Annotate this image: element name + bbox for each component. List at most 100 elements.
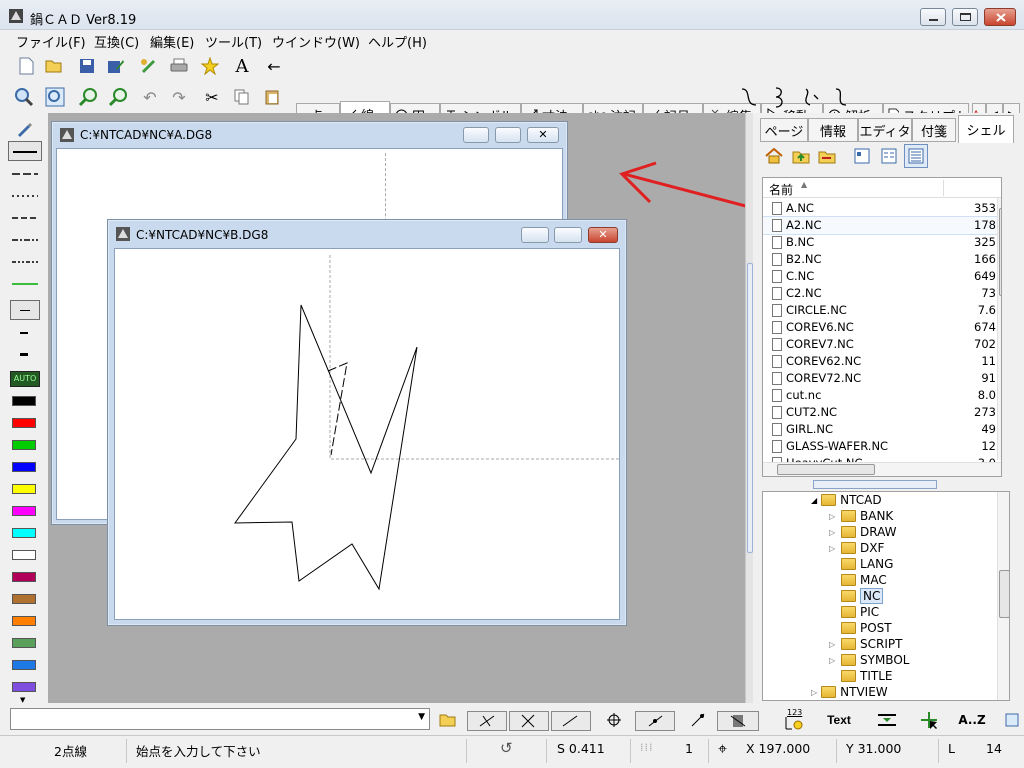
tree-item-root[interactable]: ◢ NTCAD	[811, 492, 882, 508]
numeric-input-icon[interactable]: 123	[781, 708, 805, 732]
line-width-box[interactable]	[10, 300, 40, 320]
tab-editor[interactable]: エディタ	[858, 118, 912, 142]
copy-icon[interactable]	[230, 85, 254, 109]
tree-item[interactable]: ▷ SCRIPT	[829, 636, 902, 652]
color-swatch[interactable]	[12, 638, 36, 648]
folder-up-icon[interactable]	[789, 144, 813, 168]
menu-file[interactable]: ファイル(F)	[16, 32, 86, 51]
file-row[interactable]: C2.NC 73	[763, 285, 998, 302]
copy-window-icon[interactable]	[1000, 708, 1024, 732]
file-list[interactable]: 名前 ▲ A.NC 353 A2.NC 178 B.NC 325 B2.NC 166 C.NC 6…	[762, 177, 1002, 477]
sort-az-icon[interactable]: A..Z	[956, 708, 988, 732]
star-icon[interactable]	[198, 54, 222, 78]
file-row[interactable]: A2.NC 178	[763, 216, 999, 235]
tree-item[interactable]: MAC	[829, 572, 887, 588]
line-solid-selected[interactable]	[8, 141, 42, 161]
tab-info[interactable]: 情報	[808, 118, 858, 142]
color-swatch[interactable]	[12, 682, 36, 692]
zoom-window-icon[interactable]	[12, 85, 36, 109]
paste-icon[interactable]	[260, 85, 284, 109]
save-icon[interactable]	[75, 54, 99, 78]
auto-color-button[interactable]: AUTO	[10, 371, 40, 387]
tab-shell[interactable]: シェル	[958, 115, 1014, 143]
file-row[interactable]: COREV6.NC 674	[763, 319, 998, 336]
tab-page[interactable]: ページ	[760, 118, 808, 142]
tree-item-next[interactable]: ▷ NTVIEW	[811, 684, 888, 700]
new-file-icon[interactable]	[14, 54, 38, 78]
tree-item[interactable]: NC	[829, 588, 884, 604]
color-swatch[interactable]	[12, 506, 36, 516]
cut-icon[interactable]: ✂	[200, 85, 224, 109]
file-row[interactable]: COREV72.NC 91	[763, 370, 998, 387]
file-list-hscroll[interactable]	[763, 462, 1001, 476]
view-large-icon[interactable]	[850, 144, 874, 168]
font-icon[interactable]: A	[230, 54, 254, 78]
command-input[interactable]: ▼	[10, 708, 430, 730]
list-splitter-handle[interactable]	[813, 480, 937, 489]
open-folder-icon[interactable]	[42, 54, 66, 78]
tree-item[interactable]: TITLE	[829, 668, 892, 684]
window-a-caption[interactable]: C:¥NTCAD¥NC¥A.DG8 ✕	[52, 122, 567, 148]
column-name-header[interactable]: 名前	[769, 181, 793, 198]
tree-item[interactable]: ▷ SYMBOL	[829, 652, 909, 668]
window-b-canvas[interactable]	[114, 248, 621, 620]
pick-icon[interactable]	[917, 708, 941, 732]
snap-near-button[interactable]	[635, 711, 675, 731]
color-swatch[interactable]	[12, 396, 36, 406]
tree-item[interactable]: ▷ DXF	[829, 540, 884, 556]
line-width-medium[interactable]	[20, 332, 28, 334]
window-a-minimize[interactable]	[463, 127, 489, 143]
folder-favorite-icon[interactable]	[815, 144, 839, 168]
file-row[interactable]: A.NC 353	[763, 200, 998, 217]
window-a-maximize[interactable]	[495, 127, 521, 143]
minimize-button[interactable]	[920, 8, 946, 26]
undo-icon[interactable]: ↶	[138, 85, 162, 109]
color-swatch[interactable]	[12, 616, 36, 626]
home-icon[interactable]	[762, 144, 786, 168]
redo-icon[interactable]: ↷	[167, 85, 191, 109]
drawing-window-b[interactable]: C:¥NTCAD¥NC¥B.DG8 ✕	[107, 219, 627, 626]
grid-icon[interactable]: ⁞⁞⁞	[640, 741, 654, 754]
clear-button[interactable]	[717, 711, 759, 731]
color-swatch[interactable]	[12, 462, 36, 472]
color-swatch[interactable]	[12, 418, 36, 428]
tree-item[interactable]: LANG	[829, 556, 893, 572]
tree-item[interactable]: POST	[829, 620, 892, 636]
view-details-icon[interactable]	[904, 144, 928, 168]
file-row[interactable]: GIRL.NC 49	[763, 421, 998, 438]
menu-compat[interactable]: 互換(C)	[94, 32, 139, 51]
layer-down-icon[interactable]	[875, 708, 899, 732]
open-folder-icon[interactable]	[436, 708, 460, 732]
file-row[interactable]: CUT2.NC 273	[763, 404, 998, 421]
color-swatch[interactable]	[12, 550, 36, 560]
line-width-thick[interactable]	[20, 353, 28, 356]
crosshair-icon[interactable]: ⌖	[718, 739, 727, 759]
window-b-maximize[interactable]	[554, 227, 582, 243]
print-icon[interactable]	[167, 54, 191, 78]
color-swatch[interactable]	[12, 484, 36, 494]
tree-item[interactable]: PIC	[829, 604, 879, 620]
back-arrow-icon[interactable]: ←	[262, 54, 286, 78]
text-icon[interactable]: Text	[823, 708, 855, 732]
snap-free-icon[interactable]	[686, 708, 710, 732]
color-swatch[interactable]	[12, 572, 36, 582]
window-a-close[interactable]: ✕	[527, 127, 559, 143]
panel-splitter[interactable]	[745, 113, 753, 703]
color-swatch[interactable]	[12, 660, 36, 670]
file-row[interactable]: cut.nc 8.0	[763, 387, 998, 404]
snap-center-icon[interactable]	[602, 708, 626, 732]
zoom-all-icon[interactable]	[43, 85, 67, 109]
zoom-out-icon[interactable]	[106, 85, 130, 109]
window-b-caption[interactable]: C:¥NTCAD¥NC¥B.DG8 ✕	[108, 220, 626, 246]
file-row[interactable]: B.NC 325	[763, 234, 998, 251]
menu-tool[interactable]: ツール(T)	[205, 32, 262, 51]
menu-edit[interactable]: 編集(E)	[150, 32, 194, 51]
pen-icon[interactable]	[12, 117, 36, 141]
save-as-icon[interactable]	[104, 54, 128, 78]
file-list-vscroll[interactable]	[997, 198, 1001, 460]
file-row[interactable]: C.NC 649	[763, 268, 998, 285]
window-b-minimize[interactable]	[521, 227, 549, 243]
maximize-button[interactable]	[952, 8, 978, 26]
close-button[interactable]	[984, 8, 1016, 26]
menu-help[interactable]: ヘルプ(H)	[368, 32, 427, 51]
